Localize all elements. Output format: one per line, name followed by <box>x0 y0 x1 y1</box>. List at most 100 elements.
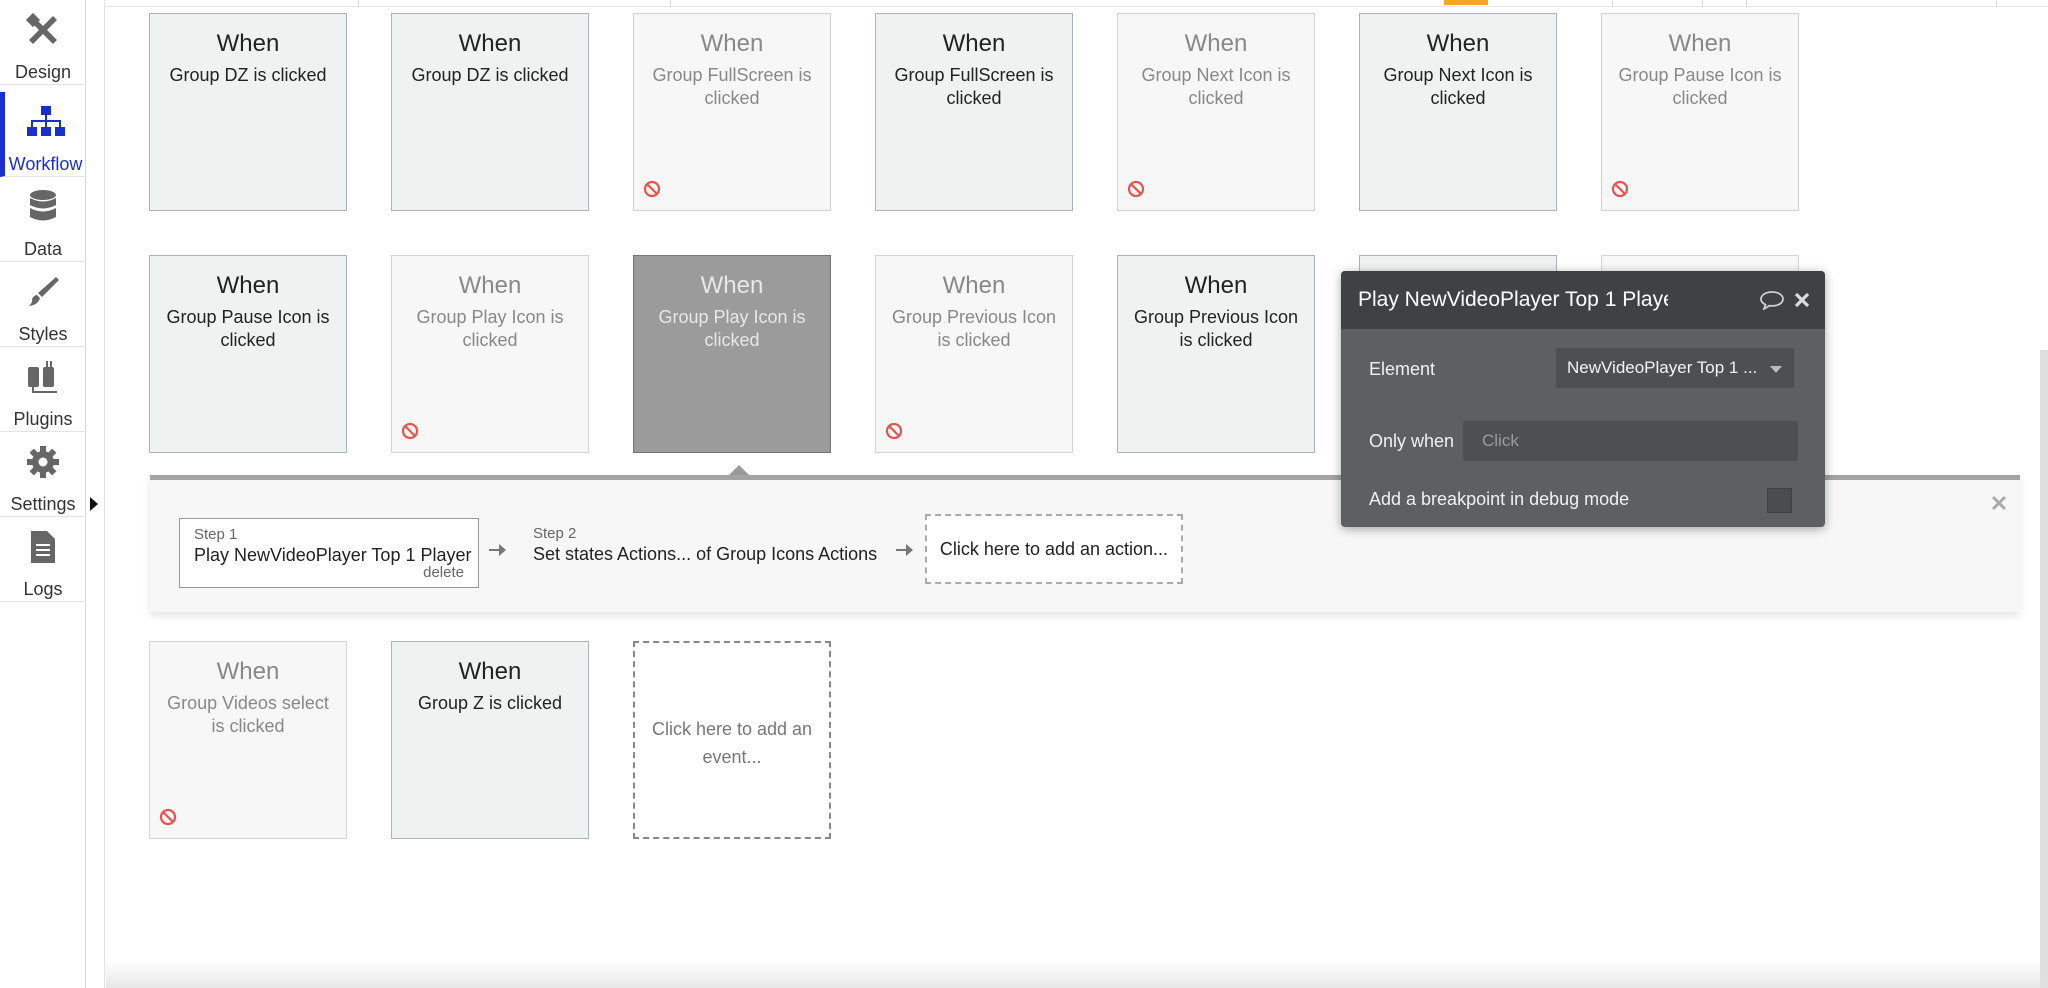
sidebar-item-logs[interactable]: Logs <box>0 517 86 602</box>
event-card[interactable]: When Group Next Icon is clicked <box>1359 13 1557 211</box>
brush-icon <box>0 274 86 312</box>
sidebar-item-label: Logs <box>23 579 63 599</box>
event-description: Group FullScreen is clicked <box>652 65 812 108</box>
plugin-icon <box>0 359 86 397</box>
breakpoint-checkbox[interactable] <box>1767 488 1792 513</box>
sidebar-item-styles[interactable]: Styles <box>0 262 86 347</box>
only-when-input[interactable] <box>1463 421 1798 461</box>
event-card[interactable]: When Group Pause Icon is clicked <box>1601 13 1799 211</box>
step-number: Step 1 <box>194 526 238 543</box>
event-description: Group Next Icon is clicked <box>1141 65 1291 108</box>
add-event-button[interactable]: Click here to add an event... <box>633 641 831 839</box>
sidebar-item-data[interactable]: Data <box>0 177 86 262</box>
disabled-icon <box>401 422 419 445</box>
close-icon[interactable] <box>1793 291 1811 314</box>
step-title: Set states Actions... of Group Icons Act… <box>533 544 878 564</box>
event-when: When <box>700 30 764 57</box>
event-description: Group Play Icon is clicked <box>416 307 564 350</box>
top-divider <box>1702 0 1703 6</box>
top-divider <box>1996 0 1997 6</box>
breakpoint-label: Add a breakpoint in debug mode <box>1369 489 1630 509</box>
step-number: Step 2 <box>533 525 577 542</box>
event-card[interactable]: When Group Previous Icon is clicked <box>875 255 1073 453</box>
event-when: When <box>216 272 280 299</box>
event-description: Group Next Icon is clicked <box>1383 65 1533 108</box>
sidebar-item-settings[interactable]: Settings <box>0 432 86 517</box>
disabled-icon <box>1611 180 1629 203</box>
sidebar-item-label: Data <box>23 239 63 259</box>
event-description: Group DZ is clicked <box>169 65 327 85</box>
event-card[interactable]: When Group Play Icon is clicked <box>391 255 589 453</box>
property-editor-header[interactable]: Play NewVideoPlayer Top 1 Player <box>1341 271 1825 329</box>
only-when-label: Only when <box>1369 431 1455 451</box>
event-card[interactable]: When Group DZ is clicked <box>391 13 589 211</box>
event-when: When <box>458 30 522 57</box>
element-label: Element <box>1369 359 1436 379</box>
element-dropdown-value: NewVideoPlayer Top 1 ... <box>1567 358 1758 377</box>
document-icon <box>0 529 86 567</box>
event-description: Group DZ is clicked <box>411 65 569 85</box>
event-when: When <box>942 30 1006 57</box>
delete-step-link[interactable]: delete <box>423 564 464 581</box>
workflow-step-1[interactable]: Step 1 Play NewVideoPlayer Top 1 Player … <box>179 518 479 588</box>
top-divider <box>1746 0 1747 6</box>
event-description: Group Videos select is clicked <box>167 693 329 736</box>
workflow-step-2[interactable]: Step 2 Set states Actions... of Group Ic… <box>519 518 877 588</box>
event-description: Group Pause Icon is clicked <box>1618 65 1782 108</box>
event-description: Group Z is clicked <box>417 693 563 713</box>
event-when: When <box>1668 30 1732 57</box>
event-card[interactable]: When Group Pause Icon is clicked <box>149 255 347 453</box>
add-action-button[interactable]: Click here to add an action... <box>925 514 1183 584</box>
disabled-icon <box>643 180 661 203</box>
sidebar: Design Workflow Data Styles Plugins Sett… <box>0 0 105 988</box>
element-dropdown[interactable]: NewVideoPlayer Top 1 ... <box>1556 348 1794 388</box>
arrow-right-icon <box>894 540 914 565</box>
event-when: When <box>1184 272 1248 299</box>
sidebar-item-plugins[interactable]: Plugins <box>0 347 86 432</box>
add-event-label: Click here to add an event... <box>651 719 813 767</box>
top-divider <box>670 0 671 6</box>
disabled-icon <box>159 808 177 831</box>
settings-expand-arrow[interactable] <box>90 497 98 511</box>
disabled-icon <box>885 422 903 445</box>
property-editor-title: Play NewVideoPlayer Top 1 Player <box>1358 288 1668 311</box>
event-when: When <box>216 658 280 685</box>
database-icon <box>0 189 86 227</box>
event-description: Group FullScreen is clicked <box>894 65 1054 108</box>
event-card[interactable]: When Group FullScreen is clicked <box>633 13 831 211</box>
event-card-selected[interactable]: When Group Play Icon is clicked <box>633 255 831 453</box>
event-description: Group Pause Icon is clicked <box>166 307 330 350</box>
event-card[interactable]: When Group Next Icon is clicked <box>1117 13 1315 211</box>
bottom-shadow <box>106 960 2048 988</box>
comment-icon[interactable] <box>1759 290 1785 315</box>
property-editor: Play NewVideoPlayer Top 1 Player Element… <box>1341 271 1825 527</box>
design-tools-icon <box>0 12 86 50</box>
event-when: When <box>942 272 1006 299</box>
gear-icon <box>0 444 86 482</box>
top-active-indicator <box>1444 0 1488 5</box>
close-icon[interactable] <box>1990 494 2008 517</box>
sidebar-item-label: Plugins <box>13 409 73 429</box>
top-divider <box>1612 0 1613 6</box>
selection-pointer <box>729 465 749 475</box>
event-description: Group Play Icon is clicked <box>658 307 806 350</box>
sidebar-item-design[interactable]: Design <box>0 0 86 85</box>
event-card[interactable]: When Group DZ is clicked <box>149 13 347 211</box>
chevron-down-icon <box>1770 366 1782 373</box>
event-description: Group Previous Icon is clicked <box>891 307 1057 350</box>
event-card[interactable]: When Group FullScreen is clicked <box>875 13 1073 211</box>
sidebar-item-label: Styles <box>18 324 68 344</box>
event-when: When <box>1184 30 1248 57</box>
sidebar-item-label: Settings <box>10 494 76 514</box>
top-divider <box>358 0 359 6</box>
event-card[interactable]: When Group Previous Icon is clicked <box>1117 255 1315 453</box>
sidebar-item-label: Workflow <box>8 154 83 174</box>
event-when: When <box>458 272 522 299</box>
sidebar-item-label: Design <box>14 62 72 82</box>
event-card[interactable]: When Group Z is clicked <box>391 641 589 839</box>
event-when: When <box>216 30 280 57</box>
workflow-tree-icon <box>5 104 86 142</box>
sidebar-item-workflow[interactable]: Workflow <box>0 92 86 177</box>
event-card[interactable]: When Group Videos select is clicked <box>149 641 347 839</box>
vertical-scrollbar[interactable] <box>2040 350 2048 988</box>
